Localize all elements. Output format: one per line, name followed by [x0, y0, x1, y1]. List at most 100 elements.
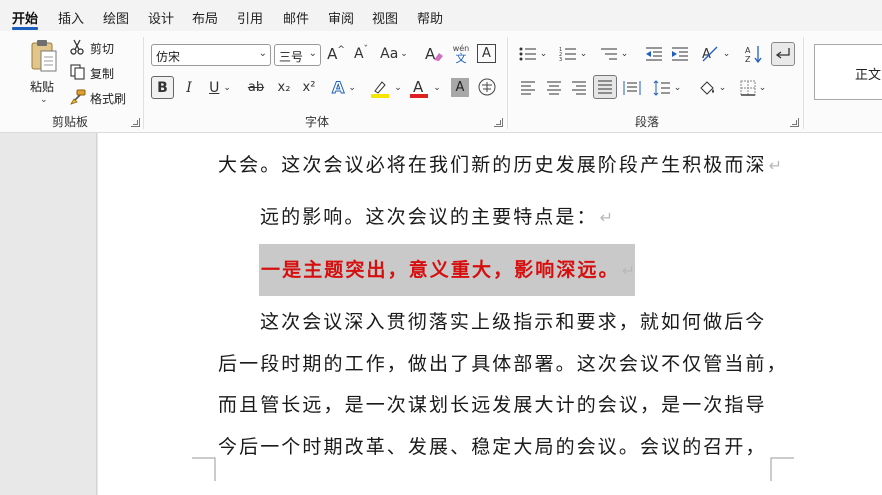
copy-icon	[70, 64, 85, 80]
font-size-value: 三号	[279, 50, 304, 64]
document-line[interactable]: 而且管长远，是一次谋划长远发展大计的会议，是一次指导	[218, 390, 767, 417]
bullets-button[interactable]: ⌄	[517, 43, 549, 65]
show-hide-marks-button[interactable]	[771, 42, 795, 66]
align-center-icon[interactable]	[543, 76, 565, 99]
tab-review[interactable]: 审阅	[328, 8, 354, 27]
numbering-button[interactable]: 123 ⌄	[557, 43, 589, 65]
justify-icon[interactable]	[593, 75, 617, 99]
format-painter-button[interactable]: 格式刷	[70, 88, 130, 108]
enclose-characters-button[interactable]	[477, 77, 497, 97]
borders-icon	[740, 80, 756, 96]
align-right-icon[interactable]	[568, 76, 590, 99]
chevron-down-icon: ⌄	[258, 48, 267, 59]
highlighted-heading-line[interactable]: 一是主题突出，意义重大，影响深远。 ↵	[261, 255, 635, 282]
tab-help[interactable]: 帮助	[417, 8, 443, 27]
italic-button[interactable]: I	[179, 76, 199, 99]
copy-button[interactable]: 复制	[70, 63, 130, 83]
paragraph-mark-icon: ↵	[621, 261, 636, 280]
increase-indent-icon[interactable]	[670, 43, 690, 65]
numbered-list-icon: 123	[559, 47, 576, 62]
tab-home[interactable]: 开始	[12, 8, 38, 27]
paste-button[interactable]: 粘贴 ⌄	[26, 39, 62, 105]
group-divider	[143, 37, 144, 129]
tab-draw[interactable]: 绘图	[103, 8, 129, 27]
style-normal-tile[interactable]: 正文	[814, 44, 882, 100]
paragraph-launcher-icon[interactable]	[790, 118, 799, 127]
cut-label: 剪切	[90, 42, 115, 56]
align-left-icon[interactable]	[517, 76, 539, 99]
format-painter-icon	[70, 89, 86, 105]
active-tab-indicator	[12, 27, 38, 30]
svg-text:A: A	[425, 45, 436, 63]
highlight-color-button[interactable]: ⌄	[368, 76, 404, 99]
clipboard-group-label: 剪贴板	[52, 115, 89, 129]
text-effects-button[interactable]: A ⌄	[328, 76, 360, 99]
strikethrough-button[interactable]: ab	[245, 76, 267, 99]
shrink-font-icon[interactable]: Aˇ	[351, 43, 371, 65]
bold-button[interactable]: B	[151, 76, 174, 99]
shading-button[interactable]: ⌄	[695, 76, 729, 99]
ribbon-tab-bar: 开始 插入 绘图 设计 布局 引用 邮件 审阅 视图 帮助	[0, 0, 882, 31]
svg-text:A: A	[745, 46, 751, 55]
distributed-icon[interactable]	[621, 76, 643, 99]
document-line[interactable]: 后一段时期的工作，做出了具体部署。这次会议不仅管当前，	[218, 349, 788, 376]
phonetic-guide-icon[interactable]: wén 文	[450, 41, 472, 67]
page-corner-mark-left	[192, 457, 216, 481]
character-shading-button[interactable]: A	[451, 78, 469, 97]
style-normal-label: 正文	[855, 68, 882, 83]
font-color-icon: A	[410, 78, 429, 98]
change-case-icon[interactable]: Aa ⌄	[380, 43, 408, 65]
paragraph-mark-icon: ↵	[768, 156, 783, 175]
chevron-down-icon: ⌄	[308, 48, 317, 59]
scissors-icon	[70, 39, 84, 55]
grow-font-icon[interactable]: A ^	[326, 43, 346, 65]
format-painter-label: 格式刷	[90, 92, 127, 106]
tab-design[interactable]: 设计	[148, 8, 174, 27]
clipboard-launcher-icon[interactable]	[131, 118, 140, 127]
document-line[interactable]: 这次会议深入贯彻落实上级指示和要求，就如何做后今	[260, 307, 766, 334]
svg-text:3: 3	[559, 57, 562, 62]
svg-text:Z: Z	[745, 55, 751, 64]
font-name-value: 仿宋	[156, 50, 181, 64]
font-color-button[interactable]: A ⌄	[408, 76, 442, 99]
bullet-list-icon	[519, 47, 536, 61]
paste-dropdown-icon[interactable]: ⌄	[40, 95, 48, 105]
line-spacing-button[interactable]: ⌄	[650, 76, 684, 99]
borders-button[interactable]: ⌄	[736, 76, 770, 99]
enclose-icon	[478, 78, 496, 96]
tab-references[interactable]: 引用	[237, 8, 263, 27]
cut-button[interactable]: 剪切	[70, 38, 130, 58]
document-line[interactable]: 今后一个时期改革、发展、稳定大局的会议。会议的召开，	[218, 432, 767, 459]
tab-layout[interactable]: 布局	[192, 8, 218, 27]
line-spacing-icon	[653, 79, 670, 96]
multilevel-list-button[interactable]: ⌄	[598, 43, 630, 65]
tab-view[interactable]: 视图	[372, 8, 398, 27]
text-direction-icon: A	[702, 46, 718, 62]
font-group-label: 字体	[305, 115, 330, 129]
decrease-indent-icon[interactable]	[644, 43, 664, 65]
clear-formatting-icon[interactable]: A	[423, 43, 445, 65]
highlighter-icon	[371, 80, 390, 98]
superscript-button[interactable]: x²	[298, 76, 320, 99]
svg-text:A: A	[413, 78, 424, 96]
group-divider	[507, 37, 508, 129]
font-size-combo[interactable]: 三号 ⌄	[274, 44, 321, 66]
document-line[interactable]: 大会。这次会议必将在我们新的历史发展阶段产生积极而深 ↵	[218, 150, 782, 177]
text-direction-button[interactable]: A ⌄	[698, 43, 732, 65]
paragraph-group-label: 段落	[635, 115, 660, 129]
tab-mailings[interactable]: 邮件	[283, 8, 309, 27]
copy-label: 复制	[90, 67, 115, 81]
paste-icon	[31, 40, 57, 72]
tab-insert[interactable]: 插入	[58, 8, 84, 27]
ribbon: 粘贴 ⌄ 剪切 复制 格式刷 剪贴板 仿宋 ⌄ 三号 ⌄ A ^ A ˇ Aa …	[0, 31, 882, 133]
paragraph-mark-icon	[775, 48, 790, 59]
paste-label: 粘贴	[30, 80, 55, 94]
document-line[interactable]: 远的影响。这次会议的主要特点是： ↵	[260, 202, 613, 229]
underline-button[interactable]: U ⌄	[204, 76, 236, 99]
subscript-button[interactable]: x₂	[273, 76, 295, 99]
sort-icon[interactable]: AZ	[743, 43, 765, 65]
page-corner-mark-right	[770, 457, 794, 481]
font-launcher-icon[interactable]	[494, 118, 503, 127]
font-name-combo[interactable]: 仿宋 ⌄	[151, 44, 271, 66]
character-border-icon[interactable]: A	[477, 44, 496, 63]
